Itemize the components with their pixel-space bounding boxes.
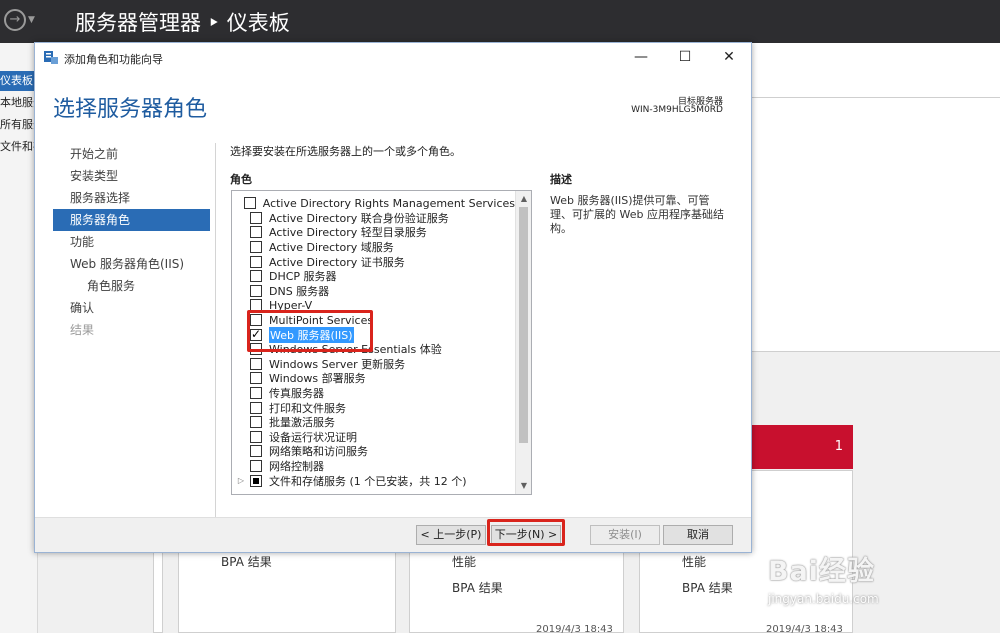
target-server-name: WIN-3M9HLG5M0RD	[631, 105, 723, 115]
next-button[interactable]: 下一步(N) >	[491, 525, 561, 545]
role-item[interactable]: Windows Server 更新服务	[232, 357, 515, 372]
performance-label[interactable]: 性能	[682, 553, 706, 570]
maximize-button[interactable]: ☐	[663, 43, 707, 71]
role-checkbox[interactable]	[250, 372, 262, 385]
role-item[interactable]: ▷ 文件和存储服务 (1 个已安装，共 12 个)	[232, 473, 515, 488]
nav-step-server-selection[interactable]: 服务器选择	[53, 187, 210, 209]
nav-step-results: 结果	[70, 323, 95, 337]
role-checkbox[interactable]	[250, 284, 262, 297]
server-manager-sidebar: 仪表板 本地服务器 所有服务器 文件和存储服务	[0, 43, 38, 633]
nav-step-web-server-role[interactable]: Web 服务器角色(IIS)	[53, 253, 210, 275]
role-checkbox[interactable]	[250, 314, 262, 327]
add-roles-wizard-dialog: 添加角色和功能向导 — ☐ ✕ 选择服务器角色 目标服务器 WIN-3M9HLG…	[34, 42, 752, 553]
role-checkbox-partial[interactable]	[250, 474, 262, 487]
previous-button[interactable]: < 上一步(P)	[416, 525, 486, 545]
server-manager-app-icon	[44, 51, 58, 64]
scrollbar-thumb[interactable]	[519, 207, 528, 443]
role-checkbox[interactable]	[250, 357, 262, 370]
role-item[interactable]: Active Directory 联合身份验证服务	[232, 211, 515, 226]
bpa-results-label[interactable]: BPA 结果	[682, 579, 733, 596]
timestamp: 2019/4/3 18:43	[766, 624, 843, 633]
sidebar-item-dashboard[interactable]: 仪表板	[0, 71, 38, 91]
wizard-step-nav: 开始之前 安装类型 服务器选择 服务器角色 功能 Web 服务器角色(IIS) …	[53, 143, 210, 341]
nav-step-server-roles[interactable]: 服务器角色	[53, 209, 210, 231]
nav-divider	[215, 143, 216, 523]
baidu-watermark: Bai经验 jingyan.baidu.com	[768, 549, 938, 619]
role-checkbox[interactable]	[250, 241, 262, 254]
roles-listbox[interactable]: Active Directory Rights Management Servi…	[231, 190, 532, 495]
role-item[interactable]: DNS 服务器	[232, 284, 515, 299]
role-checkbox[interactable]	[250, 270, 262, 283]
back-navigation[interactable]: → ▼	[4, 9, 35, 31]
role-item[interactable]: DHCP 服务器	[232, 269, 515, 284]
role-item[interactable]: 传真服务器	[232, 386, 515, 401]
wizard-titlebar[interactable]: 添加角色和功能向导 — ☐ ✕	[35, 43, 751, 73]
bpa-results-label[interactable]: BPA 结果	[221, 553, 272, 570]
wizard-footer: < 上一步(P) 下一步(N) > 安装(I) 取消	[35, 517, 751, 552]
alert-tile[interactable]: 1	[751, 425, 853, 469]
role-item[interactable]: 打印和文件服务	[232, 400, 515, 415]
scroll-up-icon[interactable]: ▲	[516, 191, 531, 207]
role-item[interactable]: Active Directory 证书服务	[232, 254, 515, 269]
nav-step-role-services[interactable]: 角色服务	[53, 275, 210, 297]
watermark-url: jingyan.baidu.com	[768, 592, 879, 606]
alert-count: 1	[834, 439, 843, 454]
role-checkbox[interactable]	[250, 299, 262, 312]
sidebar-item-all-servers[interactable]: 所有服务器	[0, 115, 38, 135]
scroll-down-icon[interactable]: ▼	[516, 478, 531, 494]
timestamp: 2019/4/3 18:43	[536, 624, 613, 633]
wizard-heading: 选择服务器角色	[53, 97, 208, 122]
nav-step-installation-type[interactable]: 安装类型	[53, 165, 210, 187]
instructions-text: 选择要安装在所选服务器上的一个或多个角色。	[230, 145, 461, 158]
roles-header: 角色	[230, 173, 252, 186]
role-checkbox[interactable]	[250, 460, 262, 473]
role-item[interactable]: 网络策略和访问服务	[232, 444, 515, 459]
role-item[interactable]: Windows 部署服务	[232, 371, 515, 386]
role-checkbox[interactable]	[250, 255, 262, 268]
minimize-button[interactable]: —	[619, 43, 663, 71]
performance-label[interactable]: 性能	[452, 553, 476, 570]
close-button[interactable]: ✕	[707, 43, 751, 71]
role-item[interactable]: Windows Server Essentials 体验	[232, 342, 515, 357]
wizard-window-title: 添加角色和功能向导	[64, 53, 163, 66]
role-item[interactable]: 批量激活服务	[232, 415, 515, 430]
roles-scrollbar[interactable]: ▲ ▼	[515, 191, 531, 494]
nav-step-before-you-begin[interactable]: 开始之前	[53, 143, 210, 165]
nav-step-confirmation[interactable]: 确认	[53, 297, 210, 319]
page-title: 服务器管理器 ‣ 仪表板	[75, 11, 290, 35]
role-checkbox[interactable]	[250, 445, 262, 458]
watermark-logo: Bai经验	[768, 556, 876, 587]
role-item-web-server-iis[interactable]: Web 服务器(IIS)	[232, 326, 515, 343]
nav-step-features[interactable]: 功能	[53, 231, 210, 253]
role-checkbox[interactable]	[250, 430, 262, 443]
role-item[interactable]: 网络控制器	[232, 459, 515, 474]
cancel-button[interactable]: 取消	[663, 525, 733, 545]
role-checkbox[interactable]	[250, 416, 262, 429]
role-checkbox[interactable]	[250, 211, 262, 224]
role-checkbox-checked[interactable]	[250, 327, 262, 341]
role-item[interactable]: Active Directory 域服务	[232, 240, 515, 255]
role-item[interactable]: 设备运行状况证明	[232, 430, 515, 445]
sidebar-item-file-storage[interactable]: 文件和存储服务	[0, 137, 38, 157]
role-checkbox[interactable]	[250, 401, 262, 414]
back-arrow-icon[interactable]: →	[4, 9, 26, 31]
install-button: 安装(I)	[590, 525, 660, 545]
role-item[interactable]: Active Directory 轻型目录服务	[232, 225, 515, 240]
role-item[interactable]: MultiPoint Services	[232, 313, 515, 328]
server-manager-header: → ▼ 服务器管理器 ‣ 仪表板	[0, 0, 1000, 43]
expand-arrow-icon[interactable]: ▷	[232, 476, 250, 485]
chevron-down-icon[interactable]: ▼	[28, 15, 35, 25]
role-item[interactable]: Active Directory Rights Management Servi…	[232, 196, 515, 211]
role-item[interactable]: Hyper-V	[232, 298, 515, 313]
bpa-results-label[interactable]: BPA 结果	[452, 579, 503, 596]
description-header: 描述	[550, 173, 572, 186]
role-checkbox[interactable]	[243, 197, 256, 210]
role-checkbox[interactable]	[250, 343, 262, 356]
role-checkbox[interactable]	[250, 387, 262, 400]
description-text: Web 服务器(IIS)提供可靠、可管理、可扩展的 Web 应用程序基础结构。	[550, 194, 724, 235]
sidebar-item-local-server[interactable]: 本地服务器	[0, 93, 38, 113]
welcome-panel	[751, 97, 1000, 352]
role-checkbox[interactable]	[250, 226, 262, 239]
